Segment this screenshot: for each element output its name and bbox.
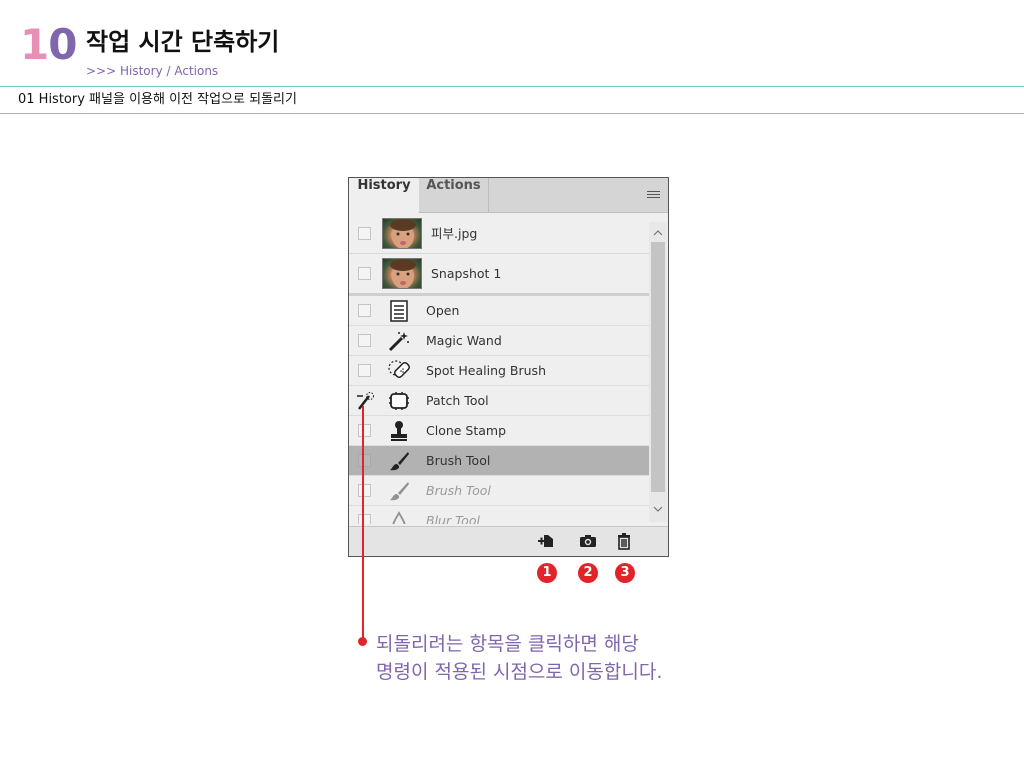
snapshot-row-snapshot1[interactable]: Snapshot 1	[349, 254, 649, 296]
history-state-spot-healing[interactable]: Spot Healing Brush	[349, 356, 649, 386]
brush-icon	[387, 450, 411, 472]
history-source-checkbox[interactable]	[358, 514, 371, 524]
blur-icon	[387, 510, 411, 524]
history-state-label: Brush Tool	[426, 453, 491, 468]
callout-line-2: 명령이 적용된 시점으로 이동합니다.	[376, 661, 663, 683]
history-state-label: Blur Tool	[426, 513, 480, 524]
history-source-checkbox[interactable]	[358, 304, 371, 317]
panel-menu-icon[interactable]	[647, 191, 660, 200]
badge-3: 3	[615, 563, 635, 583]
header-rule-bottom	[0, 113, 1024, 114]
document-icon	[387, 300, 411, 322]
snapshot-label: Snapshot 1	[431, 266, 502, 281]
snapshot-row-image[interactable]: 피부.jpg	[349, 214, 649, 254]
photo-thumbnail-icon	[382, 218, 422, 249]
tab-history[interactable]: History	[349, 178, 419, 214]
history-source-checkbox[interactable]	[358, 364, 371, 377]
history-state-label: Patch Tool	[426, 393, 489, 408]
trash-icon[interactable]	[615, 532, 633, 550]
history-state-label: Spot Healing Brush	[426, 363, 546, 378]
badge-1: 1	[537, 563, 557, 583]
history-state-brush-tool-dimmed[interactable]: Brush Tool	[349, 476, 649, 506]
history-source-checkbox[interactable]	[358, 484, 371, 497]
history-source-checkbox[interactable]	[358, 454, 371, 467]
brush-icon	[387, 480, 411, 502]
history-state-clone-stamp[interactable]: Clone Stamp	[349, 416, 649, 446]
badge-2: 2	[578, 563, 598, 583]
callout-line-1: 되돌리려는 항목을 클릭하면 해당	[376, 633, 639, 655]
tab-actions[interactable]: Actions	[419, 178, 489, 213]
callout-dot	[358, 637, 367, 646]
photo-thumbnail-icon	[382, 258, 422, 289]
history-source-checkbox[interactable]	[358, 227, 371, 240]
scroll-down-icon[interactable]	[653, 504, 663, 514]
history-brush-source-icon[interactable]	[355, 392, 375, 412]
history-state-patch-tool[interactable]: Patch Tool	[349, 386, 649, 416]
panel-tab-bar: History Actions	[349, 178, 668, 214]
chapter-digit-1: 1	[20, 20, 49, 69]
history-list: 피부.jpg Snapshot 1 Open Magic Wand Spot H…	[349, 214, 649, 524]
magic-wand-icon	[387, 330, 411, 352]
chapter-digit-2: 0	[48, 20, 77, 69]
history-state-open[interactable]: Open	[349, 296, 649, 326]
history-source-checkbox[interactable]	[358, 424, 371, 437]
scroll-up-icon[interactable]	[653, 228, 663, 238]
scrollbar-thumb[interactable]	[651, 242, 665, 492]
camera-icon[interactable]	[579, 532, 597, 550]
callout-line	[362, 406, 364, 642]
bandage-icon	[387, 360, 411, 382]
stamp-icon	[387, 420, 411, 442]
history-panel: History Actions 피부.jpg Snapshot 1 Open M…	[348, 177, 669, 557]
history-state-blur-tool-dimmed[interactable]: Blur Tool	[349, 506, 649, 524]
chapter-number: 10	[20, 20, 77, 70]
history-source-checkbox[interactable]	[358, 334, 371, 347]
chapter-title: 작업 시간 단축하기	[86, 28, 280, 56]
section-title: 01 History 패널을 이용해 이전 작업으로 되돌리기	[18, 92, 297, 107]
history-state-label: Clone Stamp	[426, 423, 507, 438]
snapshot-label: 피부.jpg	[431, 226, 478, 241]
panel-footer	[349, 526, 668, 556]
new-document-icon[interactable]	[537, 532, 555, 550]
callout-text: 되돌리려는 항목을 클릭하면 해당 명령이 적용된 시점으로 이동합니다.	[376, 630, 696, 686]
history-scrollbar[interactable]	[649, 222, 667, 522]
history-state-label: Open	[426, 303, 460, 318]
history-state-label: Magic Wand	[426, 333, 502, 348]
history-source-checkbox[interactable]	[358, 267, 371, 280]
history-state-label: Brush Tool	[426, 483, 491, 498]
header-rule-top	[0, 86, 1024, 87]
history-state-brush-tool-selected[interactable]: Brush Tool	[349, 446, 649, 476]
patch-icon	[387, 390, 411, 412]
chapter-subtitle: >>> History / Actions	[86, 64, 219, 78]
history-state-magic-wand[interactable]: Magic Wand	[349, 326, 649, 356]
